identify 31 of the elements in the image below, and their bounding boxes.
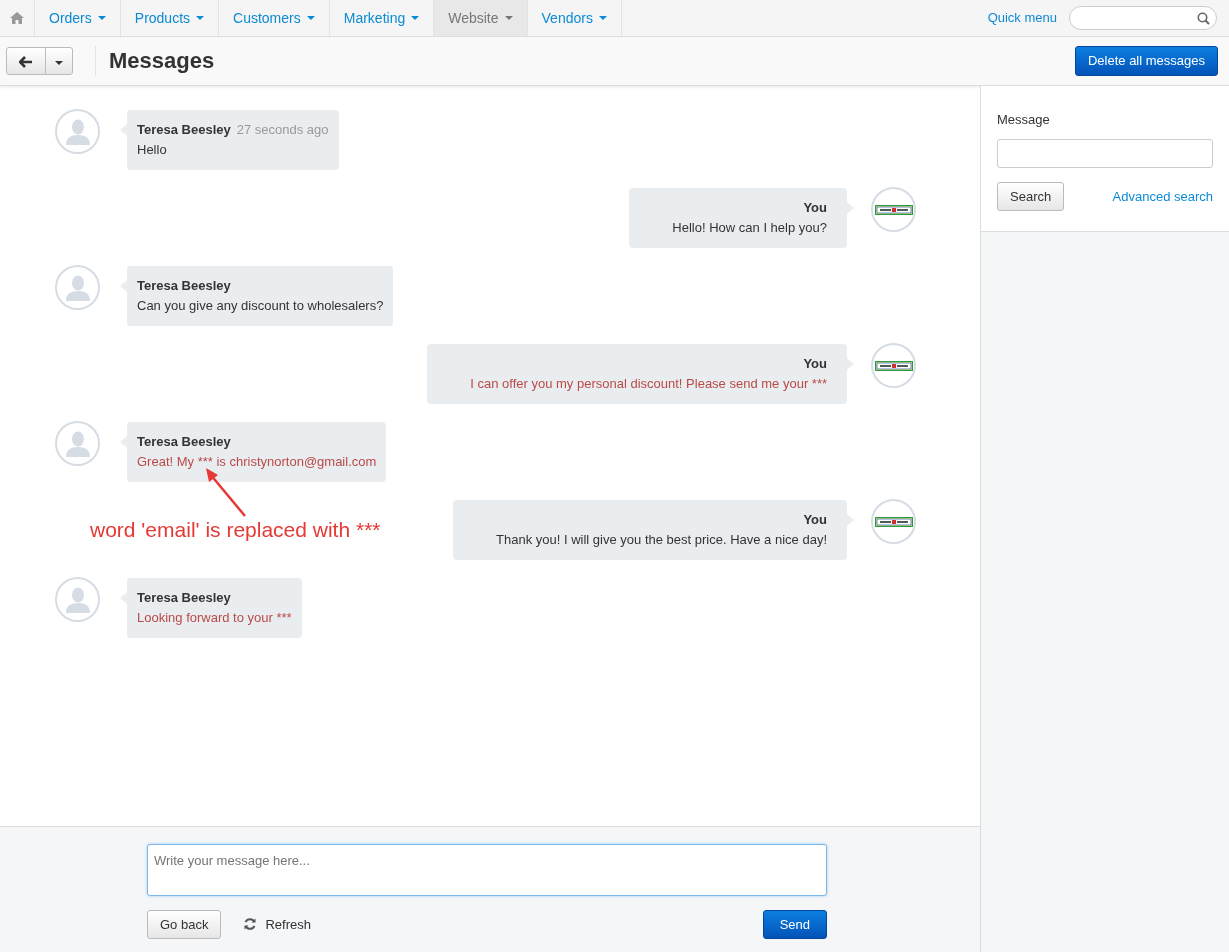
menu-tab[interactable]: Website — [434, 0, 528, 36]
quick-menu-link[interactable]: Quick menu — [987, 8, 1057, 28]
message-text: Hello! How can I help you? — [672, 219, 827, 237]
author-name: Teresa Beesley — [137, 590, 231, 605]
menu-tab[interactable]: Vendors — [527, 0, 622, 36]
author-name: Teresa Beesley — [137, 434, 231, 449]
page-title: Messages — [109, 47, 215, 75]
send-button[interactable]: Send — [762, 909, 827, 939]
author-name: You — [803, 512, 827, 527]
author-name: You — [803, 356, 827, 371]
message-text: Hello — [137, 141, 168, 159]
message-label: Message — [997, 111, 1051, 129]
delete-all-button[interactable]: Delete all messages — [1074, 46, 1218, 76]
search-button[interactable]: Search — [997, 181, 1065, 211]
menu-tab[interactable]: Products — [120, 0, 220, 36]
author-name: Teresa Beesley — [137, 278, 231, 293]
go-back-button[interactable]: Go back — [147, 909, 222, 939]
message-text: Great! My *** is christynorton@gmail.com — [137, 453, 377, 471]
menu-tab[interactable]: Orders — [35, 0, 121, 36]
message-input[interactable]: Write your message here... — [147, 844, 827, 896]
author-name: Teresa Beesley — [137, 122, 231, 137]
author-name: You — [803, 200, 827, 215]
annotation-text: word 'email' is replaced with *** — [90, 517, 381, 543]
refresh-link[interactable]: Refresh — [243, 914, 311, 934]
advanced-search-link[interactable]: Advanced search — [1112, 186, 1213, 206]
message-text: I can offer you my personal discount! Please send me your *** — [470, 375, 827, 393]
message-text: Looking forward to your *** — [137, 609, 292, 627]
menu-tab[interactable]: Customers — [219, 0, 330, 36]
message-time: 27 seconds ago — [236, 122, 329, 137]
message-text: Can you give any discount to wholesalers? — [137, 297, 384, 315]
message-text: Thank you! I will give you the best price. Have a nice day! — [496, 531, 827, 549]
